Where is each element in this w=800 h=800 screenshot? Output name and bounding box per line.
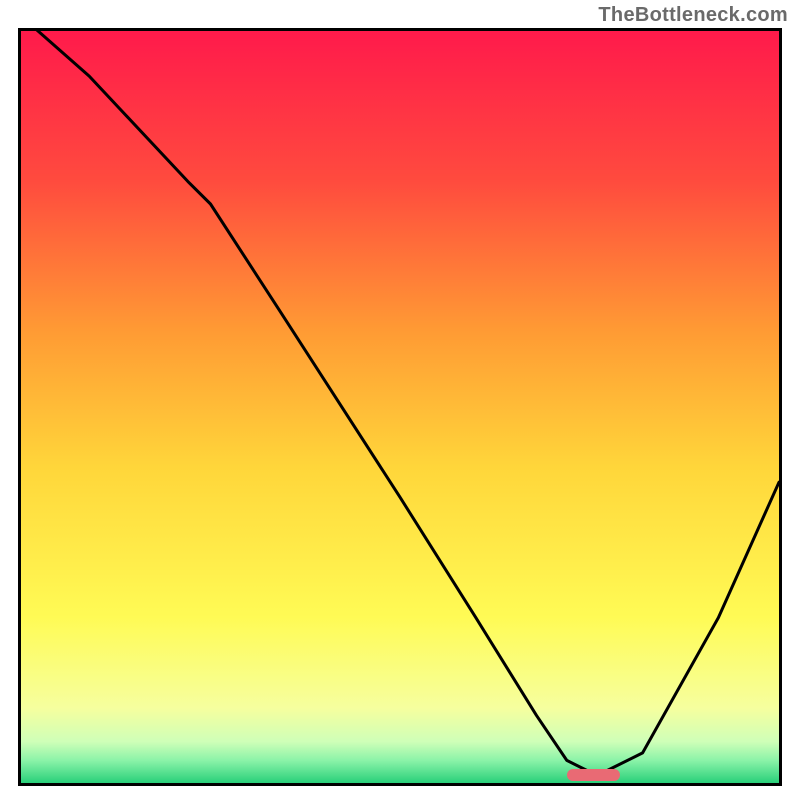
chart-svg [21, 31, 779, 783]
chart-plot-area [18, 28, 782, 786]
chart-background-gradient [21, 31, 779, 783]
optimal-marker [567, 769, 620, 781]
watermark-text: TheBottleneck.com [598, 4, 788, 27]
